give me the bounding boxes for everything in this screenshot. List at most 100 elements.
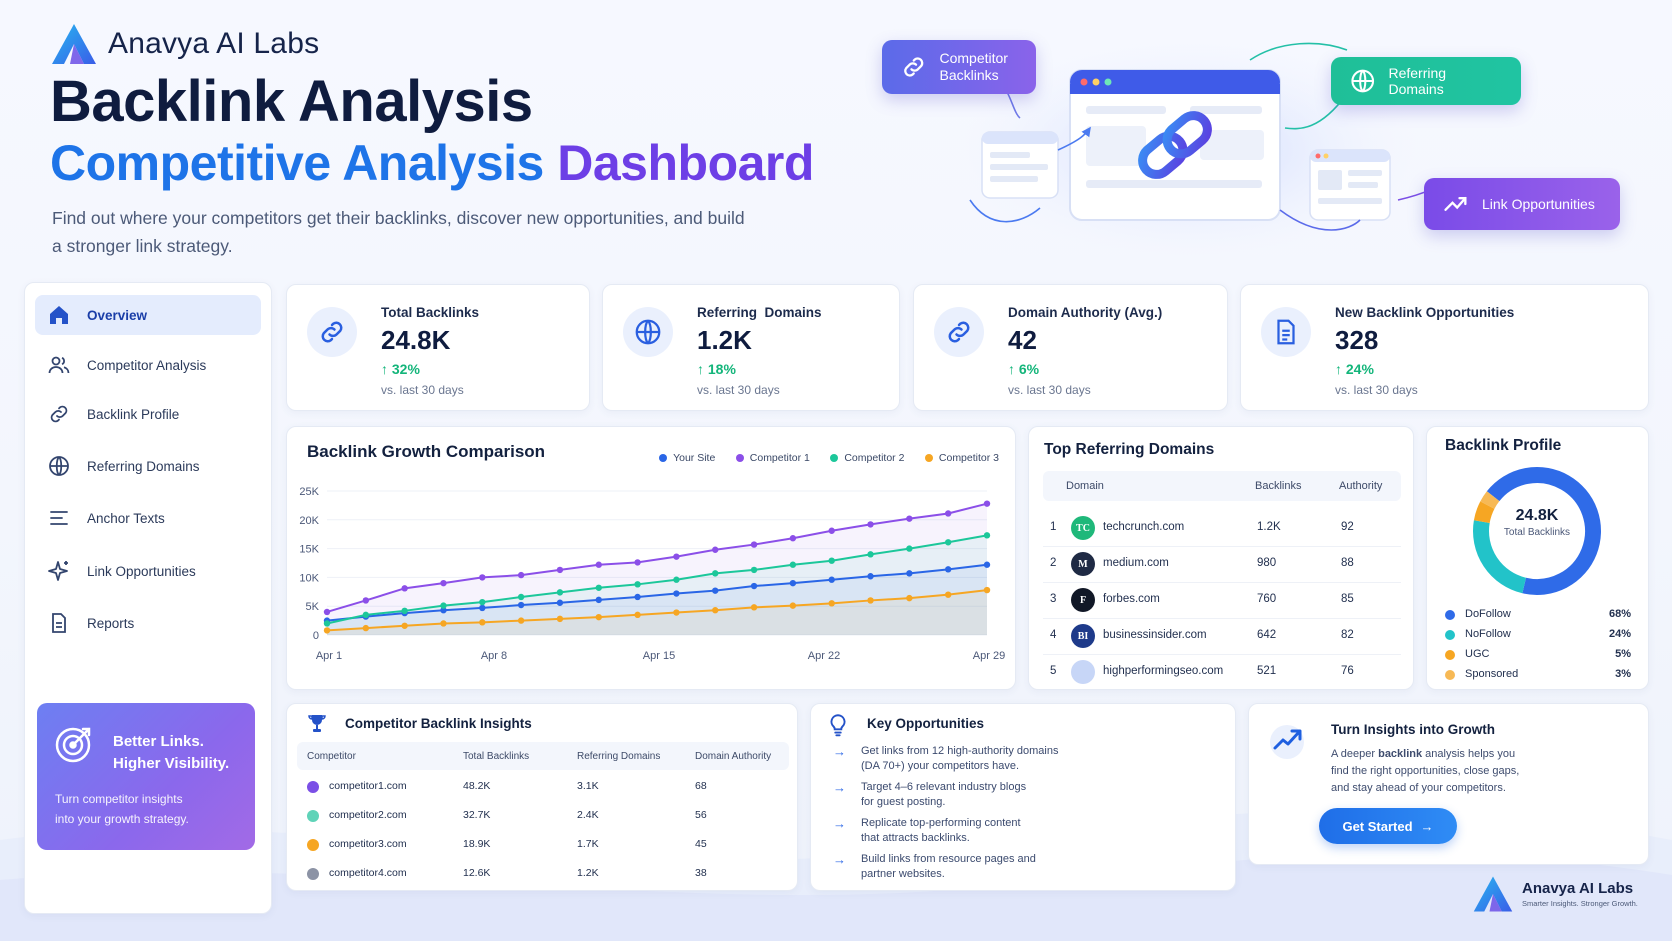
data-point bbox=[401, 607, 408, 615]
table-row[interactable]: 4 BI businessinsider.com 642 82 bbox=[1043, 621, 1401, 651]
table-row[interactable]: competitor4.com 12.6K 1.2K 38 bbox=[297, 861, 789, 887]
table-row[interactable]: 1 TC techcrunch.com 1.2K 92 bbox=[1043, 513, 1401, 543]
stat-sub: vs. last 30 days bbox=[1335, 383, 1418, 397]
promo-text-line1: Turn competitor insights bbox=[55, 792, 183, 806]
users-icon bbox=[48, 356, 70, 374]
y-tick-label: 0 bbox=[313, 630, 319, 642]
domain-logo-text: BI bbox=[1077, 630, 1089, 642]
row-referring-domains: 2.4K bbox=[577, 809, 599, 821]
stat-card-new-opportunities: New Backlink Opportunities 328 ↑ 24% vs.… bbox=[1240, 284, 1649, 411]
sidebar-item-label: Overview bbox=[87, 307, 148, 323]
home-icon bbox=[50, 306, 68, 324]
footer-tagline: Smarter Insights. Stronger Growth. bbox=[1522, 899, 1638, 908]
data-point bbox=[634, 593, 641, 601]
x-tick-label: Apr 15 bbox=[643, 650, 675, 662]
arrow-right-icon: → bbox=[833, 744, 846, 759]
data-point bbox=[479, 574, 486, 581]
row-competitor: competitor3.com bbox=[329, 838, 407, 850]
header-total-backlinks: Total Backlinks bbox=[463, 751, 530, 762]
page-title: Backlink Analysis bbox=[50, 69, 533, 134]
legend-pct: 5% bbox=[1615, 648, 1631, 660]
legend-item: Competitor 2 bbox=[830, 452, 904, 464]
sidebar-item-competitor-analysis[interactable]: Competitor Analysis bbox=[35, 345, 261, 385]
competitor-color-dot bbox=[307, 781, 319, 793]
row-domain-authority: 38 bbox=[695, 867, 707, 879]
table-row[interactable]: 5 highperformingseo.com 521 76 bbox=[1043, 657, 1401, 687]
legend-dot bbox=[830, 454, 839, 462]
y-tick-label: 10K bbox=[299, 572, 319, 584]
row-backlinks: 980 bbox=[1257, 557, 1277, 569]
legend-label: NoFollow bbox=[1465, 628, 1511, 640]
data-point bbox=[479, 598, 486, 606]
sidebar-item-referring-domains[interactable]: Referring Domains bbox=[35, 446, 261, 486]
row-rank: 2 bbox=[1050, 557, 1057, 569]
profile-legend-item: NoFollow 24% bbox=[1445, 627, 1631, 643]
data-point bbox=[750, 566, 758, 574]
row-competitor: competitor2.com bbox=[329, 809, 407, 821]
competitor-color-dot bbox=[307, 839, 319, 851]
stat-card-total-backlinks: Total Backlinks 24.8K ↑ 32% vs. last 30 … bbox=[286, 284, 590, 411]
sidebar-item-reports[interactable]: Reports bbox=[35, 603, 261, 643]
backlink-profile-card: Backlink Profile 24.8K Total Backlinks D… bbox=[1426, 426, 1649, 690]
x-tick-label: Apr 22 bbox=[808, 650, 840, 662]
link-icon bbox=[934, 307, 984, 357]
page-description: Find out where your competitors get thei… bbox=[52, 208, 745, 256]
stat-sub: vs. last 30 days bbox=[1008, 383, 1091, 397]
sidebar-item-anchor-texts[interactable]: Anchor Texts bbox=[35, 498, 261, 538]
header-domain-authority: Domain Authority bbox=[695, 751, 772, 762]
sidebar-item-backlink-profile[interactable]: Backlink Profile bbox=[35, 394, 261, 434]
data-point bbox=[789, 535, 797, 542]
sidebar-item-overview[interactable]: Overview bbox=[35, 295, 261, 335]
row-domain-authority: 68 bbox=[695, 780, 707, 792]
domain-logo-icon bbox=[1071, 660, 1095, 684]
get-started-button[interactable]: Get Started → bbox=[1319, 808, 1457, 844]
donut-center-label: Total Backlinks bbox=[1503, 527, 1571, 538]
top-domains-title: Top Referring Domains bbox=[1044, 441, 1215, 458]
row-referring-domains: 3.1K bbox=[577, 780, 599, 792]
legend-pct: 24% bbox=[1608, 628, 1631, 640]
table-row[interactable]: competitor2.com 32.7K 2.4K 56 bbox=[297, 803, 789, 829]
footer-brand: Anavya AI Labs Smarter Insights. Stronge… bbox=[1472, 874, 1638, 914]
data-point bbox=[479, 604, 486, 612]
arrow-right-icon: → bbox=[833, 816, 846, 831]
arrow-right-icon: → bbox=[833, 780, 846, 795]
stat-delta: ↑ 24% bbox=[1335, 361, 1374, 377]
growth-chart-title: Backlink Growth Comparison bbox=[307, 442, 546, 461]
sidebar-item-link-opportunities[interactable]: Link Opportunities bbox=[35, 551, 261, 591]
data-point bbox=[983, 500, 991, 507]
badge-referring-domains: Referring Domains bbox=[1331, 57, 1521, 105]
y-tick-label: 20K bbox=[299, 515, 319, 527]
promo-title: Better Links. Higher Visibility. bbox=[113, 731, 229, 775]
domain-logo-icon: M bbox=[1071, 552, 1095, 576]
legend-item: Competitor 3 bbox=[924, 452, 999, 464]
badge-link-opportunities: Link Opportunities bbox=[1424, 178, 1620, 230]
cta-text-pre: A deeper bbox=[1331, 748, 1379, 760]
table-row[interactable]: 3 Fforbes.com 760 85 bbox=[1043, 585, 1401, 615]
link-icon bbox=[307, 307, 357, 357]
header-domain: Domain bbox=[1066, 480, 1104, 492]
row-backlinks: 760 bbox=[1257, 593, 1277, 605]
table-row[interactable]: competitor3.com 18.9K 1.7K 45 bbox=[297, 832, 789, 858]
stat-label: Referring Domains bbox=[697, 305, 822, 320]
row-backlinks: 521 bbox=[1257, 665, 1277, 677]
data-point bbox=[828, 576, 835, 583]
data-point bbox=[944, 510, 952, 517]
growth-cta-line1: A deeper backlink analysis helps you bbox=[1331, 746, 1519, 763]
row-domain-authority: 45 bbox=[695, 838, 707, 850]
sidebar-item-label: Backlink Profile bbox=[87, 406, 180, 422]
sidebar-item-label: Anchor Texts bbox=[87, 510, 165, 526]
data-point bbox=[556, 589, 564, 596]
top-domains-card: Top Referring Domains Domain Backlinks A… bbox=[1028, 426, 1414, 690]
domain-logo-text: TC bbox=[1076, 522, 1090, 534]
promo-text-line2: into your growth strategy. bbox=[55, 812, 189, 826]
key-opportunities-card: Key Opportunities → Get links from 12 hig… bbox=[810, 703, 1236, 891]
table-row[interactable]: competitor1.com 48.2K 3.1K 68 bbox=[297, 774, 789, 800]
table-row[interactable]: 2 Mmedium.com 980 88 bbox=[1043, 549, 1401, 579]
promo-title-line1: Better Links. bbox=[113, 733, 204, 750]
profile-legend-item: Sponsored 3% bbox=[1445, 667, 1631, 683]
data-point bbox=[673, 590, 680, 597]
donut-center-value: 24.8K bbox=[1515, 507, 1559, 524]
row-separator bbox=[1043, 582, 1401, 583]
row-competitor: competitor4.com bbox=[329, 867, 407, 879]
chart-up-icon bbox=[1270, 725, 1304, 759]
